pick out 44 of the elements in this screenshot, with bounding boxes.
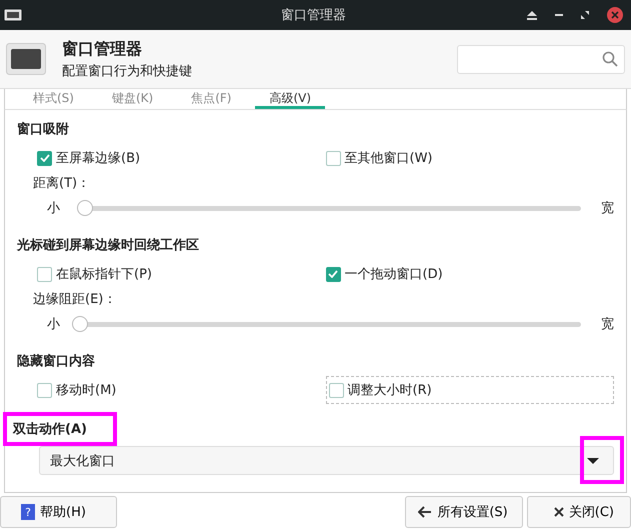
page-subtitle: 配置窗口行为和快捷键	[62, 62, 192, 80]
checkbox[interactable]: 至屏幕边缘(B)	[37, 145, 326, 171]
maximize-icon[interactable]	[581, 11, 589, 19]
slider-label: 边缘阻距(E)：	[32, 291, 118, 309]
slider-min-label: 小	[47, 316, 60, 333]
help-icon: ?	[21, 504, 35, 520]
dropdown-value: 最大化窗口	[50, 452, 115, 470]
button[interactable]: 关闭(C)	[526, 496, 631, 528]
section-title: 光标碰到屏幕边缘时回绕工作区	[17, 237, 199, 255]
tab[interactable]: 样式(S)	[19, 89, 88, 109]
slider-label: 距离(T)：	[32, 175, 92, 193]
section-title: 隐藏窗口内容	[17, 352, 95, 371]
dropdown[interactable]: 最大化窗口	[39, 446, 614, 475]
minimize-icon[interactable]	[555, 14, 563, 16]
window-icon	[4, 9, 22, 21]
checkbox[interactable]: 至其他窗口(W)	[326, 145, 614, 171]
close-icon	[554, 507, 564, 517]
back-arrow-icon	[418, 506, 432, 518]
slider-thumb[interactable]	[72, 316, 88, 332]
eject-icon[interactable]	[527, 10, 537, 20]
tab[interactable]: 键盘(K)	[98, 89, 168, 109]
caret-icon	[587, 458, 599, 464]
page-title: 窗口管理器	[62, 38, 143, 60]
window-title: 窗口管理器	[281, 7, 346, 24]
button[interactable]: ? 帮助(H)	[0, 496, 117, 528]
check-icon	[40, 154, 50, 162]
section-title: 窗口吸附	[17, 120, 69, 139]
checkbox[interactable]: 移动时(M)	[37, 377, 326, 403]
check-icon	[328, 270, 338, 278]
checkbox[interactable]: 调整大小时(R)	[326, 376, 614, 404]
monitor-icon	[6, 43, 46, 75]
slider-max-label: 宽	[601, 316, 614, 333]
tab[interactable]: 焦点(F)	[177, 89, 246, 109]
slider-min-label: 小	[47, 200, 60, 217]
checkbox[interactable]: 一个拖动窗口(D)	[326, 261, 614, 287]
button[interactable]: 所有设置(S)	[405, 496, 523, 528]
close-icon[interactable]	[607, 7, 623, 23]
tab[interactable]: 高级(V)	[255, 89, 326, 109]
slider-thumb[interactable]	[77, 200, 94, 216]
checkbox[interactable]: 在鼠标指针下(P)	[37, 261, 326, 287]
section-title: 双击动作(A)	[3, 412, 117, 446]
search-icon	[602, 51, 618, 67]
search-field[interactable]	[457, 44, 625, 74]
slider-max-label: 宽	[601, 200, 614, 217]
